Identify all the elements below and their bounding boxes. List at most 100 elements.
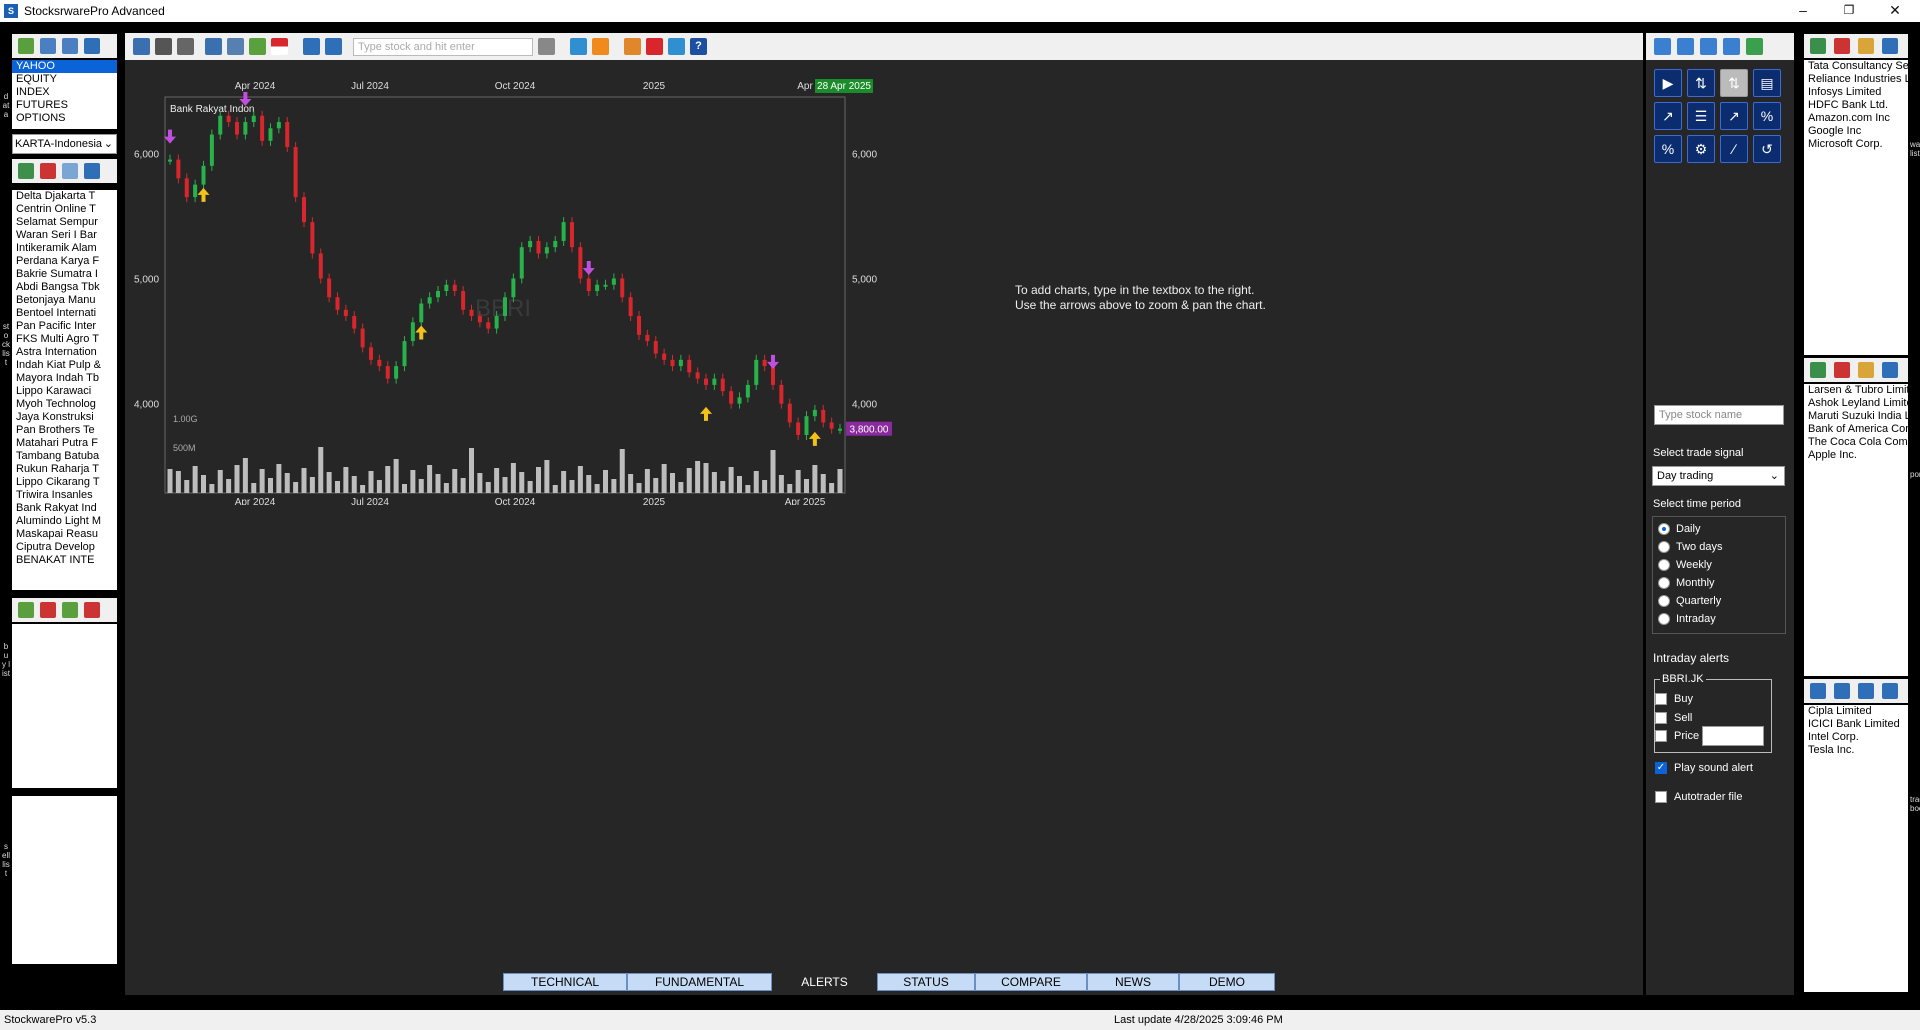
stock-list-item[interactable]: Tambang Batuba (12, 450, 117, 463)
zoom-in-icon[interactable] (1700, 38, 1717, 55)
autotrader-checkbox[interactable]: Autotrader file (1655, 791, 1742, 803)
stock-search-input[interactable]: Type stock and hit enter (353, 37, 533, 56)
source-item[interactable]: EQUITY (12, 73, 117, 86)
print-icon[interactable] (177, 38, 194, 55)
period-daily[interactable]: Daily (1658, 523, 1700, 535)
portfolio-item[interactable]: The Coca Cola Comp (1804, 436, 1908, 449)
edit-watch-icon[interactable] (1858, 38, 1874, 54)
stock-list-item[interactable]: Mayora Indah Tb (12, 372, 117, 385)
add-portfolio-icon[interactable] (1810, 362, 1826, 378)
period-quarterly[interactable]: Quarterly (1658, 595, 1721, 607)
tab-news[interactable]: NEWS (1087, 973, 1179, 991)
watchlist-item[interactable]: HDFC Bank Ltd. (1804, 99, 1908, 112)
watchlist-item[interactable]: Infosys Limited (1804, 86, 1908, 99)
bar-chart-icon[interactable]: ▤ (1753, 69, 1781, 97)
stock-list-item[interactable]: Pan Pacific Inter (12, 320, 117, 333)
delete-stock-icon[interactable] (40, 163, 56, 179)
tab-demo[interactable]: DEMO (1179, 973, 1275, 991)
remove-portfolio-icon[interactable] (1834, 362, 1850, 378)
edit-portfolio-icon[interactable] (1858, 362, 1874, 378)
stock-list-item[interactable]: Bank Rakyat Ind (12, 502, 117, 515)
close-icon[interactable]: ✕ (1872, 0, 1918, 22)
tab-compare[interactable]: COMPARE (975, 973, 1087, 991)
stock-list-item[interactable]: Betonjaya Manu (12, 294, 117, 307)
percent-alt-icon[interactable]: % (1654, 135, 1682, 163)
sell-checkbox[interactable]: Sell (1655, 712, 1692, 724)
stock-list-item[interactable]: Perdana Karya F (12, 255, 117, 268)
period-two-days[interactable]: Two days (1658, 541, 1722, 553)
watchlist-item[interactable]: Tata Consultancy Se (1804, 60, 1908, 73)
window-icon[interactable] (668, 38, 685, 55)
stock-name-input[interactable]: Type stock name (1654, 405, 1784, 425)
import-icon[interactable] (40, 38, 56, 54)
stock-list-item[interactable]: Myoh Technolog (12, 398, 117, 411)
remove-watch-icon[interactable] (1834, 38, 1850, 54)
watchlist-item[interactable]: Google Inc (1804, 125, 1908, 138)
print-preview-icon[interactable] (155, 38, 172, 55)
play-icon[interactable] (303, 38, 320, 55)
arrow-right-icon[interactable] (1677, 38, 1694, 55)
percent-icon[interactable]: % (1753, 102, 1781, 130)
tradebook-item[interactable]: Tesla Inc. (1804, 744, 1908, 757)
stock-list-item[interactable]: Maskapai Reasu (12, 528, 117, 541)
buy-checkbox[interactable]: Buy (1655, 693, 1693, 705)
undo-icon[interactable]: ↺ (1753, 135, 1781, 163)
save-icon[interactable] (133, 38, 150, 55)
maximize-icon[interactable]: ❐ (1826, 0, 1872, 22)
chart-style-icon[interactable] (249, 38, 266, 55)
stock-list-item[interactable]: Waran Seri I Bar (12, 229, 117, 242)
trendline-icon[interactable]: ∕ (1720, 135, 1748, 163)
copy-icon[interactable] (62, 163, 78, 179)
add-source-icon[interactable] (18, 38, 34, 54)
price-checkbox[interactable]: Price (1655, 730, 1699, 742)
rss-icon[interactable] (592, 38, 609, 55)
add-stock-icon[interactable] (18, 163, 34, 179)
export-buy-icon[interactable] (62, 602, 78, 618)
stock-list-item[interactable]: Pan Brothers Te (12, 424, 117, 437)
stock-list-item[interactable]: Abdi Bangsa Tbk (12, 281, 117, 294)
add-watch-icon[interactable] (1810, 38, 1826, 54)
updown-icon[interactable]: ⇅ (1687, 69, 1715, 97)
data-source-list[interactable]: YAHOO EQUITY INDEX FUTURES OPTIONS (12, 60, 117, 129)
export-icon[interactable] (62, 38, 78, 54)
portfolio-item[interactable]: Apple Inc. (1804, 449, 1908, 462)
price-input[interactable] (1702, 726, 1764, 746)
tab-status[interactable]: STATUS (877, 973, 975, 991)
portfolio-item[interactable]: Ashok Leyland Limite (1804, 397, 1908, 410)
stock-list-item[interactable]: Triwira Insanles (12, 489, 117, 502)
source-item[interactable]: FUTURES (12, 99, 117, 112)
tradebook-item[interactable]: Intel Corp. (1804, 731, 1908, 744)
home-icon[interactable] (624, 38, 641, 55)
source-item[interactable]: YAHOO (12, 60, 117, 73)
stock-list-item[interactable]: Ciputra Develop (12, 541, 117, 554)
zoom-fit-icon[interactable] (1723, 38, 1740, 55)
sell-list[interactable] (12, 796, 117, 964)
stock-list-item[interactable]: Centrin Online T (12, 203, 117, 216)
tradebook-item[interactable]: Cipla Limited (1804, 705, 1908, 718)
source-item[interactable]: INDEX (12, 86, 117, 99)
report-watch-icon[interactable] (1882, 38, 1898, 54)
youtube-icon[interactable] (646, 38, 663, 55)
add-trade-icon[interactable] (1810, 683, 1826, 699)
remove-buy-icon[interactable] (40, 602, 56, 618)
flag-icon[interactable] (271, 38, 288, 55)
refresh-icon[interactable] (1746, 38, 1763, 55)
watchlist-item[interactable]: Reliance Industries L (1804, 73, 1908, 86)
period-weekly[interactable]: Weekly (1658, 559, 1712, 571)
stock-list-item[interactable]: BENAKAT INTE (12, 554, 117, 567)
tab-alerts[interactable]: ALERTS (772, 973, 877, 991)
ohlc-icon[interactable]: ☰ (1687, 102, 1715, 130)
layout-icon[interactable] (227, 38, 244, 55)
grid-icon[interactable] (84, 163, 100, 179)
stock-list-item[interactable]: Delta Djakarta T (12, 190, 117, 203)
analysis-icon[interactable]: ⚙ (1687, 135, 1715, 163)
stock-list[interactable]: Delta Djakarta T Centrin Online T Selamat … (12, 190, 117, 590)
play-sound-checkbox[interactable]: ✓ Play sound alert (1655, 762, 1753, 774)
source-item[interactable]: OPTIONS (12, 112, 117, 125)
report-trade-icon[interactable] (1882, 683, 1898, 699)
stock-list-item[interactable]: Rukun Raharja T (12, 463, 117, 476)
play-chart-icon[interactable]: ▶ (1654, 69, 1682, 97)
stock-list-item[interactable]: Jaya Konstruksi (12, 411, 117, 424)
clear-buy-icon[interactable] (84, 602, 100, 618)
stock-list-item[interactable]: Bentoel Internati (12, 307, 117, 320)
